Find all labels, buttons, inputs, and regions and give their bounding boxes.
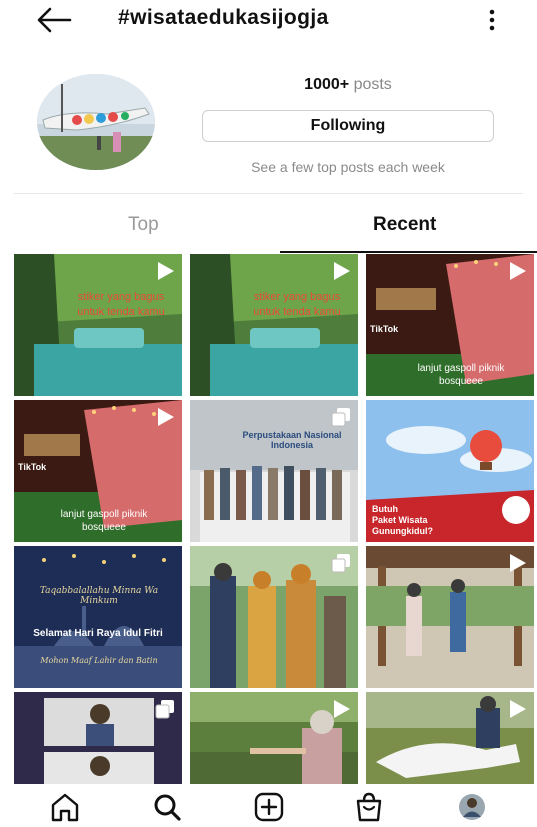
greeting-script: Taqabbalallahu Minna Wa Minkum <box>39 586 159 606</box>
promo-headline: Butuh <box>372 504 398 514</box>
tab-recent[interactable]: Recent <box>373 214 436 236</box>
post-thumbnail[interactable]: Perpustakaan Nasional Indonesia <box>190 400 358 542</box>
hashtag-title: #wisataedukasijogja <box>118 6 329 29</box>
tiktok-watermark: TikTok <box>370 324 399 334</box>
tiktok-watermark: TikTok <box>18 462 47 472</box>
back-arrow-icon[interactable] <box>34 6 74 34</box>
post-caption: bosqueee <box>82 522 126 533</box>
post-thumbnail[interactable]: stiker yang bagus untuk tenda kamu <box>190 254 358 396</box>
carousel-icon <box>331 408 350 427</box>
home-icon[interactable] <box>48 792 82 822</box>
posts-label: posts <box>353 76 392 93</box>
video-icon <box>158 262 174 280</box>
post-overlay-text: untuk tenda kamu <box>253 306 341 318</box>
divider <box>14 193 523 194</box>
video-icon <box>334 262 350 280</box>
post-thumbnail[interactable]: TikTok lanjut gaspoll piknik bosqueee <box>14 400 182 542</box>
create-post-icon[interactable] <box>252 792 286 822</box>
search-icon[interactable] <box>150 792 184 822</box>
tab-top[interactable]: Top <box>128 214 159 236</box>
post-thumbnail[interactable] <box>190 546 358 688</box>
video-icon <box>510 554 526 572</box>
posts-count: 1000+ posts <box>202 76 494 94</box>
post-thumbnail[interactable] <box>190 692 358 784</box>
active-tab-indicator <box>280 251 537 253</box>
post-caption: bosqueee <box>439 376 483 387</box>
posts-number: 1000+ <box>304 76 350 93</box>
post-grid: stiker yang bagus untuk tenda kamu stike… <box>14 254 534 784</box>
promo-headline: Paket Wisata <box>372 515 428 525</box>
post-thumbnail[interactable] <box>14 692 182 784</box>
post-overlay-text: untuk tenda kamu <box>77 306 165 318</box>
post-thumbnail[interactable]: Taqabbalallahu Minna Wa Minkum Selamat H… <box>14 546 182 688</box>
video-icon <box>334 700 350 718</box>
post-thumbnail[interactable] <box>366 692 534 784</box>
post-thumbnail[interactable]: stiker yang bagus untuk tenda kamu <box>14 254 182 396</box>
eid-greeting-image <box>14 546 182 688</box>
promo-headline: Gunungkidul? <box>372 526 433 536</box>
video-icon <box>510 262 526 280</box>
shop-bag-icon[interactable] <box>352 792 386 822</box>
carousel-icon <box>331 554 350 573</box>
post-caption: lanjut gaspoll piknik <box>417 363 505 374</box>
greeting-subtitle: Mohon Maaf Lahir dan Batin <box>40 656 158 665</box>
greeting-title: Selamat Hari Raya Idul Fitri <box>33 628 163 639</box>
post-overlay-text: stiker yang bagus <box>77 291 165 303</box>
video-icon <box>510 700 526 718</box>
post-banner: Perpustakaan Nasional Indonesia <box>242 430 342 450</box>
more-options-icon[interactable] <box>482 6 502 34</box>
carousel-icon <box>155 700 174 719</box>
top-bar: #wisataedukasijogja <box>0 0 537 42</box>
profile-avatar-icon[interactable] <box>455 792 489 822</box>
bottom-navigation <box>0 784 537 827</box>
follow-hint: See a few top posts each week <box>251 159 445 175</box>
post-thumbnail[interactable] <box>366 546 534 688</box>
video-icon <box>158 408 174 426</box>
post-thumbnail[interactable]: Butuh Paket Wisata Gunungkidul? <box>366 400 534 542</box>
post-overlay-text: stiker yang bagus <box>253 291 341 303</box>
hashtag-profile-image <box>37 74 155 170</box>
post-caption: lanjut gaspoll piknik <box>60 509 148 520</box>
post-thumbnail[interactable]: TikTok lanjut gaspoll piknik bosqueee <box>366 254 534 396</box>
following-button[interactable]: Following <box>202 110 494 142</box>
